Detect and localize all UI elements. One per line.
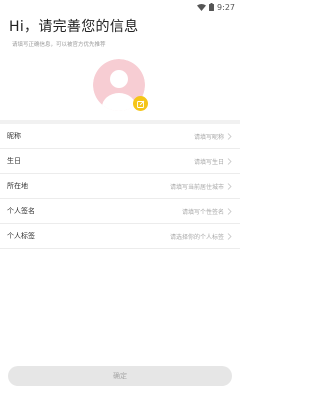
chevron-right-icon [227,207,232,215]
chevron-right-icon [227,232,232,240]
form-row-location[interactable]: 所在地 请填写当前居住城市 [0,174,240,199]
row-label: 生日 [7,157,21,165]
confirm-button[interactable]: 确定 [8,366,232,386]
edit-avatar-button[interactable] [133,96,148,111]
edit-icon [136,100,144,108]
form-row-signature[interactable]: 个人签名 请填写个性签名 [0,199,240,224]
row-label: 个人签名 [7,207,35,215]
row-placeholder: 请填写当前居住城市 [169,183,224,191]
page-title: Hi，请完善您的信息 [9,19,139,35]
avatar[interactable] [89,59,151,111]
row-placeholder: 请选择你的个人标签 [169,233,224,241]
row-label: 昵称 [7,132,21,140]
form-row-nickname[interactable]: 昵称 请填写昵称 [0,124,240,149]
chevron-right-icon [227,132,232,140]
battery-icon [209,3,215,11]
status-time: 9:27 [217,2,235,12]
chevron-right-icon [227,157,232,165]
form-row-tags[interactable]: 个人标签 请选择你的个人标签 [0,224,240,249]
row-label: 个人标签 [7,232,35,240]
status-bar: 9:27 [0,0,240,14]
chevron-right-icon [227,182,232,190]
profile-form: 昵称 请填写昵称 生日 请填写生日 所在地 请填写当前居住城市 个人签名 请填写… [0,124,240,249]
form-row-birthday[interactable]: 生日 请填写生日 [0,149,240,174]
row-label: 所在地 [7,182,28,190]
wifi-icon [197,3,207,11]
page-subtitle: 请填写正确信息，可以被官方优先推荐 [12,42,106,48]
row-placeholder: 请填写昵称 [193,133,224,141]
row-placeholder: 请填写个性签名 [181,208,224,216]
row-placeholder: 请填写生日 [193,158,224,166]
